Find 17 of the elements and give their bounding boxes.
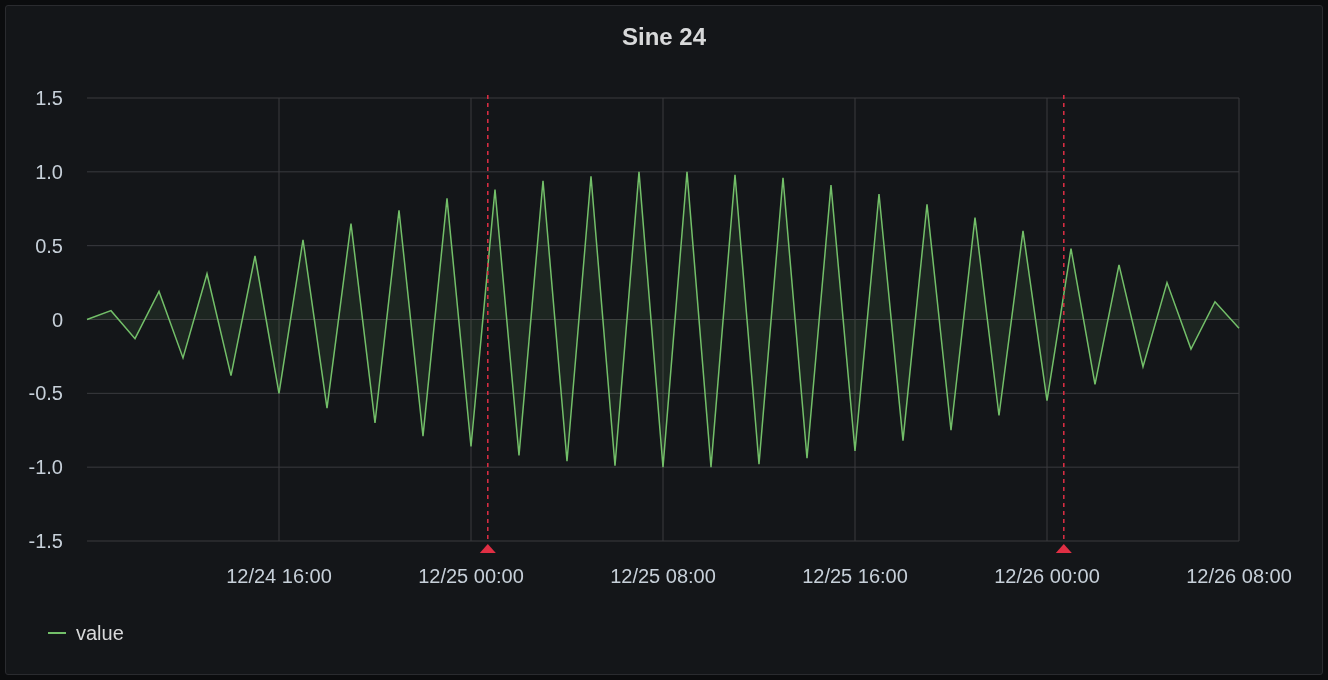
panel-title: Sine 24 bbox=[621, 22, 706, 52]
x-tick-label: 12/25 16:00 bbox=[802, 565, 908, 587]
y-tick-label: 0 bbox=[51, 308, 63, 331]
y-tick-label: 1.0 bbox=[35, 160, 63, 183]
y-tick-label: -1.5 bbox=[28, 530, 63, 552]
x-tick-label: 12/25 00:00 bbox=[418, 565, 524, 587]
x-tick-label: 12/24 16:00 bbox=[226, 565, 332, 587]
y-tick-label: -0.5 bbox=[28, 382, 63, 405]
x-tick-label: 12/25 08:00 bbox=[610, 565, 716, 587]
y-tick-label: 0.5 bbox=[35, 234, 63, 257]
x-tick-label: 12/26 00:00 bbox=[994, 565, 1100, 587]
legend-label[interactable]: value bbox=[76, 618, 124, 648]
annotation-marker[interactable] bbox=[1055, 94, 1072, 553]
annotation-marker[interactable] bbox=[479, 94, 496, 553]
y-tick-label: 1.5 bbox=[35, 87, 63, 109]
x-tick-label: 12/26 08:00 bbox=[1186, 565, 1292, 587]
y-tick-label: -1.0 bbox=[28, 456, 63, 479]
